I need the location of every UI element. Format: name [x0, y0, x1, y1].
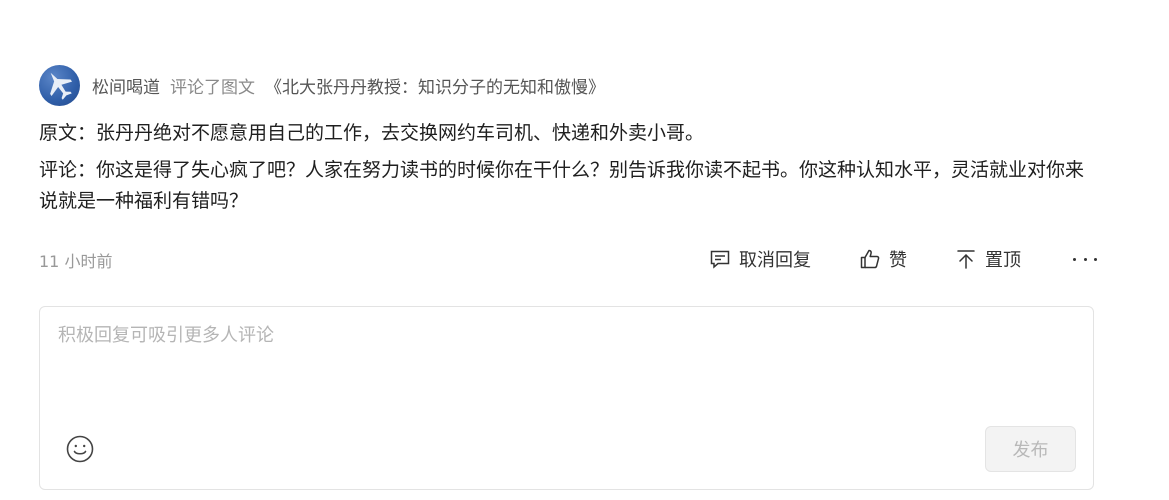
comment-header: 松间喝道 评论了图文 《北大张丹丹教授：知识分子的无知和傲慢》	[39, 64, 605, 106]
like-button[interactable]: 赞	[859, 246, 907, 272]
pin-button[interactable]: 置顶	[955, 246, 1021, 272]
more-dot	[1073, 257, 1076, 261]
reply-box: 发布	[39, 306, 1094, 490]
comment-icon	[710, 250, 730, 269]
timestamp: 11 小时前	[39, 252, 113, 271]
comment-meta-row: 11 小时前 取消回复 赞 置顶	[39, 242, 1097, 276]
pin-to-top-icon	[957, 250, 975, 269]
fighter-jet-icon	[50, 72, 73, 100]
cancel-reply-label: 取消回复	[739, 250, 811, 271]
article-title-link[interactable]: 《北大张丹丹教授：知识分子的无知和傲慢》	[265, 73, 605, 98]
username[interactable]: 松间喝道	[92, 73, 160, 98]
cancel-reply-button[interactable]: 取消回复	[709, 246, 811, 272]
comment-original-line: 原文：张丹丹绝对不愿意用自己的工作，去交换网约车司机、快递和外卖小哥。	[39, 122, 705, 144]
pin-label: 置顶	[985, 250, 1021, 271]
smiley-icon[interactable]	[65, 434, 95, 464]
reply-input[interactable]	[58, 321, 1068, 411]
more-dot	[1083, 257, 1087, 261]
comment-text-line: 评论：你这是得了失心疯了吧？人家在努力读书的时候你在干什么？别告诉我你读不起书。…	[39, 159, 1085, 212]
more-icon[interactable]	[1073, 249, 1097, 269]
thumbs-up-icon	[860, 249, 880, 269]
action-text: 评论了图文	[170, 77, 255, 98]
submit-button[interactable]: 发布	[985, 426, 1076, 472]
avatar[interactable]	[39, 64, 80, 106]
comment-body: 原文：张丹丹绝对不愿意用自己的工作，去交换网约车司机、快递和外卖小哥。 评论：你…	[39, 118, 1089, 217]
more-dot	[1094, 257, 1097, 261]
like-label: 赞	[889, 250, 907, 271]
comment-actions: 取消回复 赞 置顶	[709, 242, 1097, 276]
